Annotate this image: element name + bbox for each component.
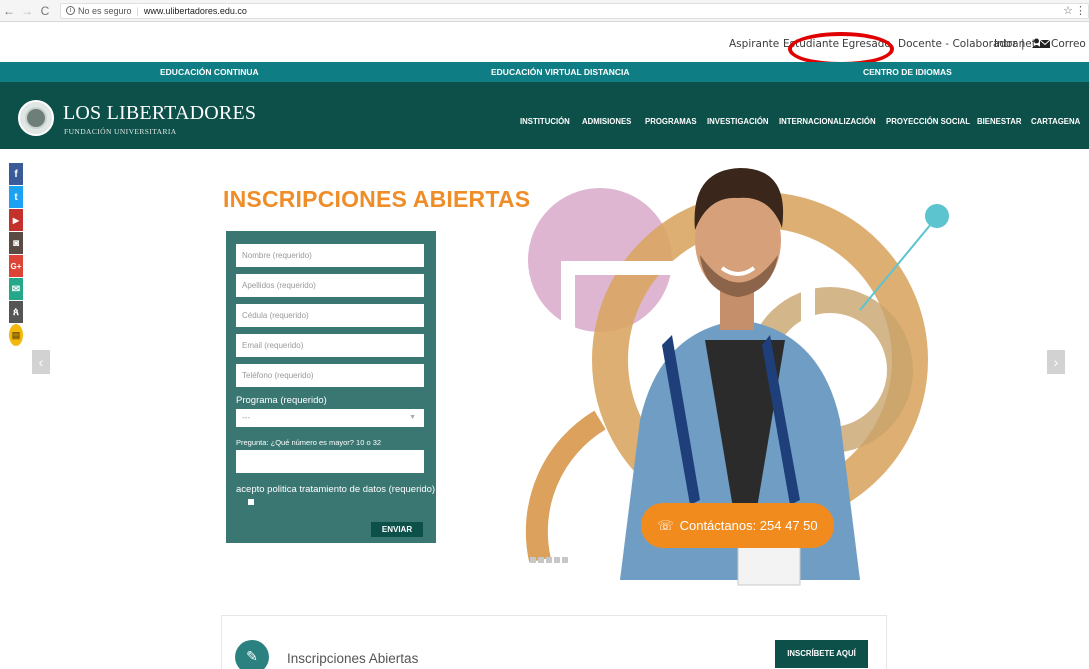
link-aspirante[interactable]: Aspirante	[729, 38, 779, 50]
link-correo[interactable]: Correo	[1051, 38, 1086, 50]
nav-item-proyeccion-social[interactable]: PROYECCIÓN SOCIAL	[886, 117, 970, 126]
apellidos-field[interactable]: Apellidos (requerido)	[236, 274, 424, 297]
card-title: Inscripciones Abiertas	[287, 651, 419, 666]
slider-next-button[interactable]: ›	[1047, 350, 1065, 374]
address-bar[interactable]: i No es seguro | www.ulibertadores.edu.c…	[59, 2, 1089, 19]
slider-prev-button[interactable]: ‹	[32, 350, 50, 374]
slide-dot[interactable]	[538, 557, 544, 563]
link-intranet[interactable]: Intranet	[994, 38, 1036, 50]
instagram-icon[interactable]: ◙	[9, 232, 23, 254]
logo-title[interactable]: LOS LIBERTADORES	[63, 102, 256, 125]
mail-icon	[1039, 39, 1051, 51]
url-text[interactable]: www.ulibertadores.edu.co	[144, 6, 247, 16]
secondary-nav-bar: EDUCACIÓN CONTINUA EDUCACIÓN VIRTUAL DIS…	[0, 62, 1089, 82]
slide-dot[interactable]	[546, 557, 552, 563]
youtube-icon[interactable]: ▶	[9, 209, 23, 231]
googleplus-icon[interactable]: G+	[9, 255, 23, 277]
nav-item-investigacion[interactable]: INVESTIGACIÓN	[707, 117, 769, 126]
bookmark-star-icon[interactable]: ☆	[1063, 4, 1073, 17]
info-icon[interactable]: i	[65, 6, 75, 15]
top-utility-links: Aspirante Estudiante Egresado Docente - …	[0, 38, 1089, 54]
chat-icon[interactable]: ▤	[9, 324, 23, 346]
nav-item-bienestar[interactable]: BIENESTAR	[977, 117, 1021, 126]
facebook-icon[interactable]: f	[9, 163, 23, 185]
slide-dot[interactable]	[562, 557, 568, 563]
inscribete-button[interactable]: INSCRÍBETE AQUÍ	[775, 640, 868, 668]
reload-button[interactable]: C	[36, 4, 54, 18]
nav-item-institucion[interactable]: INSTITUCIÓN	[520, 117, 570, 126]
url-separator: |	[136, 5, 139, 16]
security-status: No es seguro	[77, 5, 132, 16]
site-header: LOS LIBERTADORES FUNDACIÓN UNIVERSITARIA…	[0, 82, 1089, 149]
pregunta-answer-field[interactable]	[236, 450, 424, 473]
podcast-icon[interactable]: ጰ	[9, 301, 23, 323]
cedula-field[interactable]: Cédula (requerido)	[236, 304, 424, 327]
slider-pagination	[530, 557, 568, 563]
nav-item-programas[interactable]: PROGRAMAS	[645, 117, 697, 126]
edit-icon: ✎	[235, 640, 269, 669]
nav-item-internacionalizacion[interactable]: INTERNACIONALIZACIÓN	[779, 117, 876, 126]
forward-button[interactable]: →	[18, 4, 36, 18]
politica-label: acepto politica tratamiento de datos (re…	[236, 484, 436, 495]
logo-subtitle: FUNDACIÓN UNIVERSITARIA	[64, 127, 177, 136]
slide-dot[interactable]	[554, 557, 560, 563]
nav-item-admisiones[interactable]: ADMISIONES	[582, 117, 631, 126]
chevron-down-icon: ▼	[409, 414, 416, 421]
link-centro-idiomas[interactable]: CENTRO DE IDIOMAS	[863, 67, 952, 77]
nav-item-cartagena[interactable]: CARTAGENA	[1031, 117, 1080, 126]
politica-checkbox[interactable]	[248, 499, 254, 505]
pregunta-label: Pregunta: ¿Qué número es mayor? 10 o 32	[236, 438, 382, 447]
back-button[interactable]: ←	[0, 4, 18, 18]
hero-slider	[0, 149, 1089, 589]
submit-button[interactable]: ENVIAR	[371, 522, 423, 537]
programa-select[interactable]: --- ▼	[236, 409, 424, 427]
nombre-field[interactable]: Nombre (requerido)	[236, 244, 424, 267]
browser-toolbar: ← → C i No es seguro | www.ulibertadores…	[0, 0, 1089, 22]
browser-menu-icon[interactable]: ⋮	[1075, 4, 1086, 17]
link-educacion-continua[interactable]: EDUCACIÓN CONTINUA	[160, 67, 259, 77]
registration-form: Nombre (requerido) Apellidos (requerido)…	[226, 231, 436, 543]
email-icon[interactable]: ✉	[9, 278, 23, 300]
programa-selected-value: ---	[242, 413, 250, 422]
email-field[interactable]: Email (requerido)	[236, 334, 424, 357]
annotation-red-ellipse	[788, 32, 894, 66]
programa-label: Programa (requerido)	[236, 395, 327, 406]
contact-label: Contáctanos: 254 47 50	[679, 518, 818, 533]
phone-icon: ☏	[657, 517, 674, 533]
slide-dot[interactable]	[530, 557, 536, 563]
hero-title: INSCRIPCIONES ABIERTAS	[223, 186, 531, 212]
telefono-field[interactable]: Teléfono (requerido)	[236, 364, 424, 387]
contact-button[interactable]: ☏ Contáctanos: 254 47 50	[641, 503, 834, 548]
twitter-icon[interactable]: t	[9, 186, 23, 208]
link-educacion-virtual[interactable]: EDUCACIÓN VIRTUAL DISTANCIA	[491, 67, 630, 77]
inscripciones-card: ✎ Inscripciones Abiertas INSCRÍBETE AQUÍ	[221, 615, 887, 669]
hero-illustration	[525, 168, 949, 586]
university-seal-logo[interactable]	[18, 100, 54, 136]
